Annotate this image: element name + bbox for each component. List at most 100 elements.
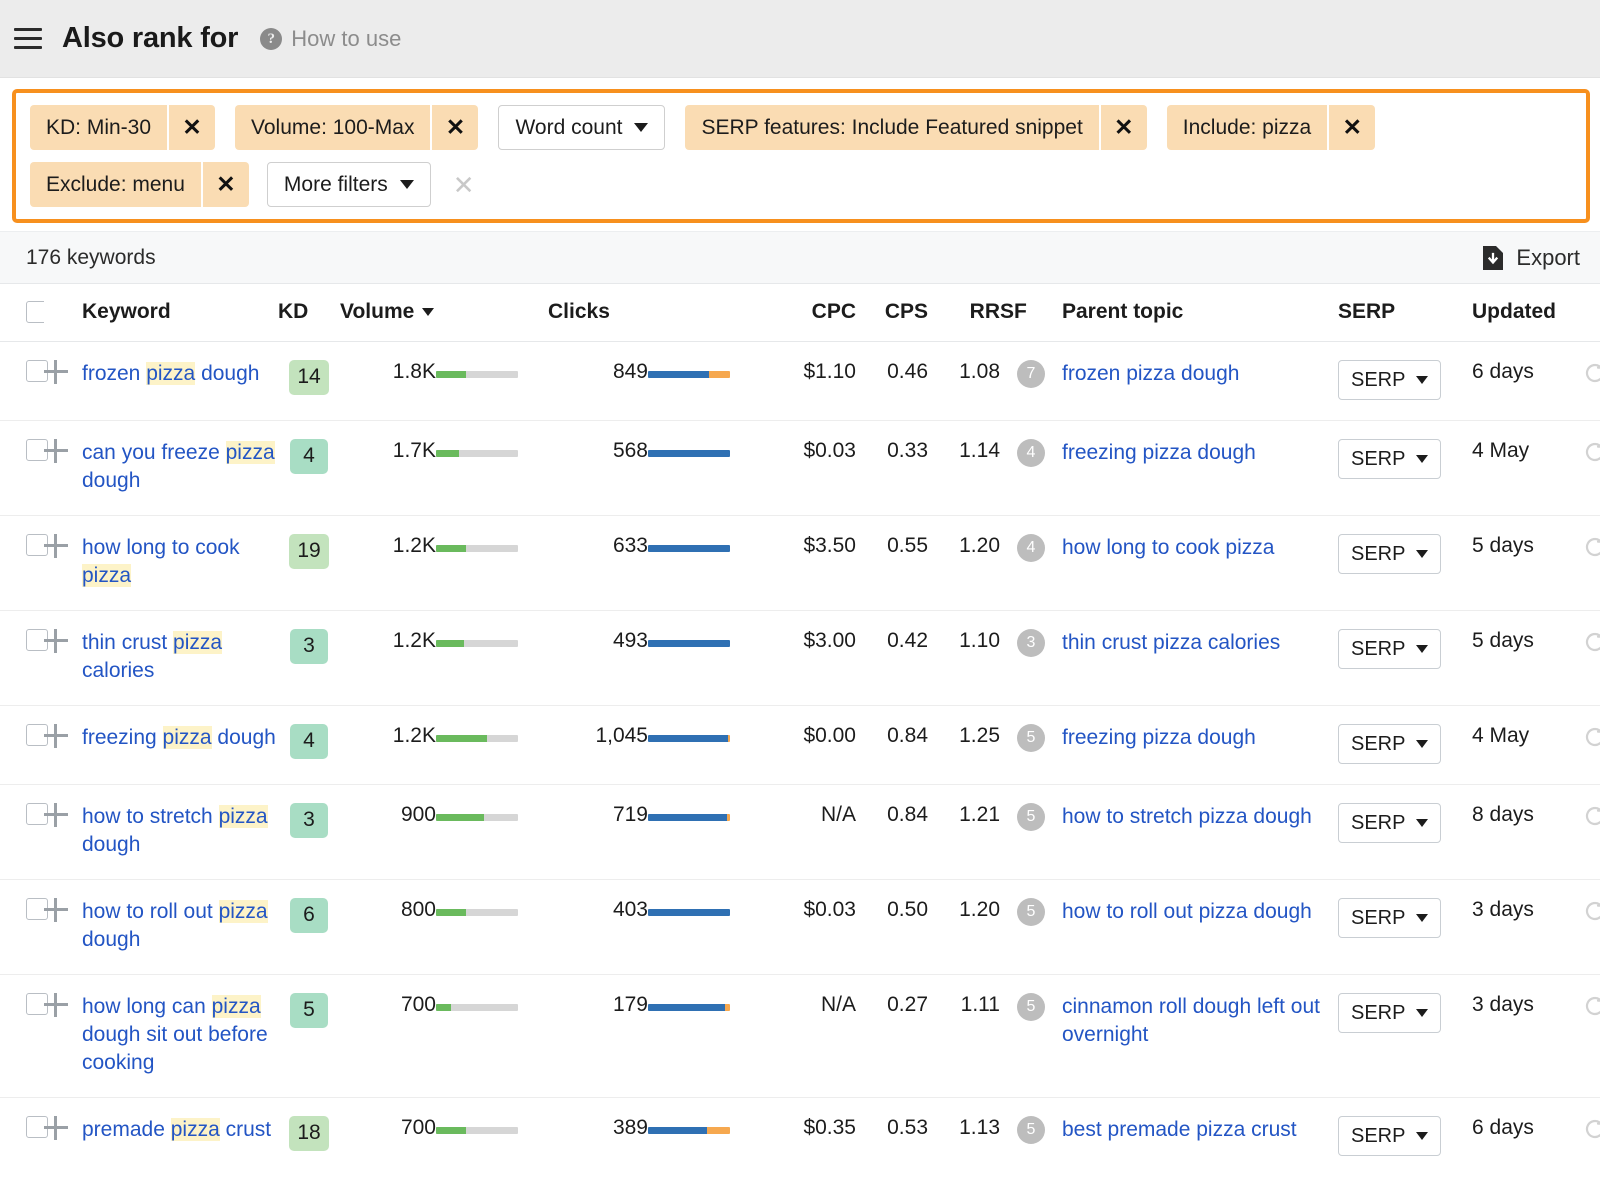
plus-icon[interactable]: [44, 724, 68, 748]
parent-topic-link[interactable]: how to stretch pizza dough: [1062, 805, 1312, 828]
parent-topic-link[interactable]: how to roll out pizza dough: [1062, 900, 1312, 923]
sf-cell: 4: [1000, 421, 1062, 516]
column-header-kd[interactable]: KD: [278, 284, 340, 342]
parent-topic-link[interactable]: cinnamon roll dough left out overnight: [1062, 995, 1320, 1046]
rr-value: 1.21: [928, 785, 1000, 880]
volume-value: 1.2K: [340, 516, 436, 611]
column-header-parent-topic[interactable]: Parent topic: [1062, 284, 1338, 342]
cps-value: 0.84: [856, 706, 928, 785]
keyword-link[interactable]: frozen pizza dough: [82, 362, 259, 385]
plus-icon[interactable]: [44, 803, 68, 827]
serp-dropdown-button[interactable]: SERP: [1338, 534, 1441, 574]
column-header-rr[interactable]: RR: [928, 284, 1000, 342]
refresh-icon[interactable]: [1582, 360, 1600, 386]
volume-value: 900: [340, 785, 436, 880]
keyword-link[interactable]: freezing pizza dough: [82, 726, 276, 749]
filter-chip-serp-features[interactable]: SERP features: Include Featured snippet …: [685, 105, 1146, 150]
clicks-bar-paid: [725, 1004, 730, 1011]
parent-topic-link[interactable]: frozen pizza dough: [1062, 362, 1239, 385]
close-icon[interactable]: ✕: [430, 105, 478, 150]
refresh-icon[interactable]: [1582, 534, 1600, 560]
cpc-value: $0.00: [768, 706, 856, 785]
plus-icon[interactable]: [44, 360, 68, 384]
refresh-icon[interactable]: [1582, 439, 1600, 465]
keyword-link[interactable]: how to stretch pizza dough: [82, 805, 268, 856]
filter-row-second: Exclude: menu ✕ More filters ✕: [30, 162, 1576, 207]
refresh-icon[interactable]: [1582, 803, 1600, 829]
volume-sort-control[interactable]: Volume: [340, 300, 434, 324]
keyword-link[interactable]: how long to cook pizza: [82, 536, 240, 587]
parent-topic-cell: how long to cook pizza: [1062, 516, 1338, 611]
serp-dropdown-button[interactable]: SERP: [1338, 898, 1441, 938]
keyword-text: dough: [212, 726, 276, 749]
refresh-icon[interactable]: [1582, 629, 1600, 655]
filter-chip-volume[interactable]: Volume: 100-Max ✕: [235, 105, 478, 150]
close-icon[interactable]: ✕: [1327, 105, 1375, 150]
plus-icon[interactable]: [44, 439, 68, 463]
plus-icon[interactable]: [44, 629, 68, 653]
serp-dropdown-button[interactable]: SERP: [1338, 803, 1441, 843]
refresh-icon[interactable]: [1582, 1116, 1600, 1142]
filter-chip-exclude[interactable]: Exclude: menu ✕: [30, 162, 249, 207]
clicks-bar-cell: [648, 421, 768, 516]
column-header-keyword[interactable]: Keyword: [82, 284, 278, 342]
sf-cell: 7: [1000, 342, 1062, 421]
filter-chip-include[interactable]: Include: pizza ✕: [1167, 105, 1375, 150]
keyword-link[interactable]: thin crust pizza calories: [82, 631, 222, 682]
close-icon[interactable]: ✕: [201, 162, 249, 207]
serp-dropdown-button[interactable]: SERP: [1338, 724, 1441, 764]
column-header-serp[interactable]: SERP: [1338, 284, 1472, 342]
serp-dropdown-button[interactable]: SERP: [1338, 439, 1441, 479]
keyword-link[interactable]: premade pizza crust: [82, 1118, 271, 1141]
clicks-value: 568: [548, 421, 648, 516]
parent-topic-link[interactable]: thin crust pizza calories: [1062, 631, 1280, 654]
clear-all-filters-icon[interactable]: ✕: [449, 172, 479, 198]
export-button[interactable]: Export: [1481, 245, 1580, 271]
keyword-link[interactable]: can you freeze pizza dough: [82, 441, 275, 492]
parent-topic-link[interactable]: freezing pizza dough: [1062, 726, 1256, 749]
column-header-cpc[interactable]: CPC: [768, 284, 856, 342]
keyword-link[interactable]: how to roll out pizza dough: [82, 900, 268, 951]
close-icon[interactable]: ✕: [167, 105, 215, 150]
column-header-volume[interactable]: Volume: [340, 284, 436, 342]
refresh-icon[interactable]: [1582, 898, 1600, 924]
how-to-use-link[interactable]: ? How to use: [260, 26, 401, 52]
serp-dropdown-button[interactable]: SERP: [1338, 1116, 1441, 1156]
clicks-bar-organic: [648, 450, 730, 457]
parent-topic-link[interactable]: best premade pizza crust: [1062, 1118, 1297, 1141]
column-header-updated[interactable]: Updated: [1472, 284, 1582, 342]
serp-dropdown-button[interactable]: SERP: [1338, 360, 1441, 400]
clicks-bar-cell: [648, 1098, 768, 1177]
clicks-bar-cell: [648, 785, 768, 880]
plus-icon[interactable]: [44, 1116, 68, 1140]
volume-value: 1.2K: [340, 706, 436, 785]
parent-topic-link[interactable]: how long to cook pizza: [1062, 536, 1274, 559]
plus-icon[interactable]: [44, 898, 68, 922]
kd-badge: 18: [289, 1116, 328, 1151]
refresh-icon[interactable]: [1582, 724, 1600, 750]
column-header-clicks[interactable]: Clicks: [548, 284, 648, 342]
filter-chip-kd[interactable]: KD: Min-30 ✕: [30, 105, 215, 150]
clicks-value: 633: [548, 516, 648, 611]
plus-icon[interactable]: [44, 534, 68, 558]
hamburger-icon[interactable]: [14, 26, 44, 52]
plus-icon[interactable]: [44, 993, 68, 1017]
column-header-cps[interactable]: CPS: [856, 284, 928, 342]
add-to-list-cell: [44, 785, 82, 880]
parent-topic-link[interactable]: freezing pizza dough: [1062, 441, 1256, 464]
keyword-link[interactable]: how long can pizza dough sit out before …: [82, 995, 268, 1074]
volume-bar-fill: [436, 909, 466, 916]
more-filters-dropdown[interactable]: More filters: [267, 162, 431, 207]
serp-dropdown-button[interactable]: SERP: [1338, 993, 1441, 1033]
column-header-sf[interactable]: SF: [1000, 284, 1062, 342]
refresh-icon[interactable]: [1582, 993, 1600, 1019]
refresh-cell: [1582, 1098, 1600, 1177]
chevron-down-icon: [1416, 645, 1428, 653]
word-count-dropdown[interactable]: Word count: [498, 105, 665, 150]
export-label: Export: [1516, 245, 1580, 271]
close-icon[interactable]: ✕: [1099, 105, 1147, 150]
serp-cell: SERP: [1338, 975, 1472, 1098]
volume-bar-fill: [436, 735, 487, 742]
serp-dropdown-button[interactable]: SERP: [1338, 629, 1441, 669]
cpc-value: $0.03: [768, 421, 856, 516]
